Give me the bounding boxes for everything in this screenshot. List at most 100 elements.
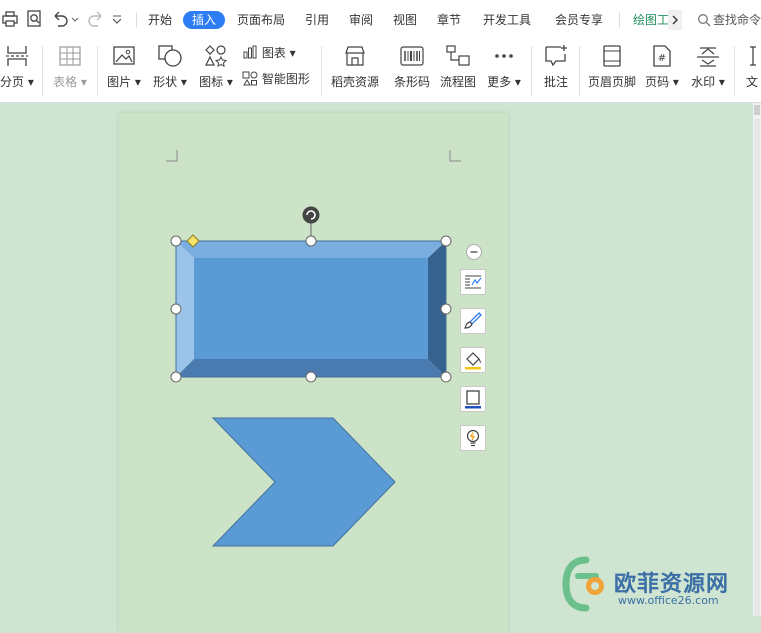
print-icon[interactable] — [0, 8, 22, 30]
margin-corner-mark — [166, 150, 178, 162]
resize-handle-ne[interactable] — [440, 235, 452, 247]
divider — [136, 12, 137, 28]
chart-icon — [243, 45, 257, 59]
tabs-scroll-right-button[interactable] — [668, 10, 682, 30]
divider — [619, 12, 620, 28]
watermark-label: 水印 ▾ — [691, 75, 725, 89]
outline-icon — [465, 390, 481, 409]
search-label: 查找命令 — [713, 13, 761, 27]
tab-developer[interactable]: 开发工具 — [483, 11, 531, 29]
svg-text:#: # — [658, 53, 666, 64]
table-button[interactable]: 表格 ▾ — [50, 40, 90, 102]
picture-icon — [113, 46, 135, 65]
smart-graphic-label: 智能图形 — [261, 72, 310, 86]
shape-icon — [158, 45, 182, 67]
header-footer-button[interactable]: 页眉页脚 — [585, 40, 639, 102]
barcode-label: 条形码 — [393, 75, 430, 89]
more-label: 更多 ▾ — [487, 75, 521, 89]
page-number-icon: # — [653, 45, 671, 67]
resize-handle-nw[interactable] — [170, 235, 182, 247]
tab-drawing-tools[interactable]: 绘图工 — [633, 11, 669, 29]
vertical-scrollbar[interactable] — [753, 103, 761, 616]
comment-icon — [545, 45, 567, 67]
flowchart-label: 流程图 — [439, 75, 476, 89]
minus-icon — [470, 251, 478, 253]
margin-corner-mark — [449, 150, 461, 162]
header-footer-label: 页眉页脚 — [587, 75, 636, 89]
fill-bucket-icon — [465, 352, 481, 370]
flowchart-icon — [446, 45, 470, 66]
tab-insert[interactable]: 插入 — [183, 11, 226, 29]
more-button[interactable]: 更多 ▾ — [484, 40, 524, 102]
bevel-shape[interactable] — [170, 200, 460, 385]
resize-handle-se[interactable] — [440, 371, 452, 383]
customize-dropdown-icon[interactable] — [110, 8, 124, 30]
resize-handle-sw[interactable] — [170, 371, 182, 383]
table-icon — [59, 46, 81, 66]
tab-view[interactable]: 视图 — [393, 11, 417, 29]
resize-handle-s[interactable] — [305, 371, 317, 383]
table-label: 表格 ▾ — [53, 75, 87, 89]
search-command[interactable]: 查找命令 — [697, 11, 761, 29]
docer-resources-button[interactable]: 稻壳资源 — [328, 40, 382, 102]
layout-options-button[interactable] — [460, 269, 486, 295]
tab-member[interactable]: 会员专享 — [555, 11, 603, 29]
barcode-icon — [400, 46, 424, 66]
chevron-fill — [211, 417, 396, 547]
smart-graphic-icon — [242, 71, 258, 86]
watermark-site-url: www.office26.com — [618, 594, 719, 607]
shape-outline-button[interactable] — [460, 386, 486, 412]
comment-button[interactable]: 批注 — [538, 40, 574, 102]
smart-tips-button[interactable] — [460, 425, 486, 451]
text-box-icon — [750, 46, 756, 66]
tab-chapter[interactable]: 章节 — [437, 11, 461, 29]
resize-handle-e[interactable] — [440, 303, 452, 315]
shape-fill-button[interactable] — [460, 347, 486, 373]
search-icon — [698, 14, 711, 27]
rotate-handle-icon[interactable] — [302, 206, 320, 224]
divider — [321, 46, 322, 96]
text-box-label: 文 — [746, 75, 759, 89]
docer-resources-label: 稻壳资源 — [330, 75, 379, 89]
comment-label: 批注 — [543, 75, 568, 89]
chart-label: 图表 — [261, 46, 286, 60]
undo-dropdown-icon[interactable] — [70, 8, 80, 30]
text-box-button[interactable]: 文 — [742, 40, 761, 102]
brush-icon — [464, 312, 482, 329]
shape-button[interactable]: 形状 ▾ — [150, 40, 190, 102]
shape-label: 形状 ▾ — [153, 75, 187, 89]
tab-page-layout[interactable]: 页面布局 — [237, 11, 285, 29]
scroll-thumb[interactable] — [754, 119, 760, 616]
tab-home[interactable]: 开始 — [148, 11, 172, 29]
wrap-text-icon — [465, 275, 482, 289]
tab-references[interactable]: 引用 — [305, 11, 329, 29]
divider — [42, 46, 43, 96]
smart-graphic-button[interactable]: 智能图形 — [242, 70, 310, 88]
page-break-label: 分页 ▾ — [0, 75, 34, 89]
watermark-button[interactable]: 水印 ▾ — [688, 40, 728, 102]
tab-review[interactable]: 审阅 — [349, 11, 373, 29]
picture-button[interactable]: 图片 ▾ — [104, 40, 144, 102]
chart-button[interactable]: 图表 ▾ — [242, 44, 296, 62]
shape-style-button[interactable] — [460, 308, 486, 334]
divider — [579, 46, 580, 96]
redo-icon[interactable] — [84, 8, 106, 30]
scroll-up-arrow[interactable] — [754, 105, 760, 115]
page-break-button[interactable]: 分页 ▾ — [0, 40, 34, 102]
resize-handle-w[interactable] — [170, 303, 182, 315]
resize-handle-n[interactable] — [305, 235, 317, 247]
store-icon — [345, 46, 365, 66]
picture-label: 图片 ▾ — [107, 75, 141, 89]
print-preview-icon[interactable] — [24, 8, 46, 30]
page-number-button[interactable]: # 页码 ▾ — [644, 40, 680, 102]
barcode-button[interactable]: 条形码 — [392, 40, 432, 102]
chevron-shape[interactable] — [205, 410, 405, 555]
site-logo — [562, 556, 604, 612]
insert-ribbon: 分页 ▾ 表格 ▾ 图片 ▾ 形状 ▾ 图标 ▾ 图表 ▾ 智能图形 稻壳资源 … — [0, 40, 761, 103]
page-number-label: 页码 ▾ — [645, 75, 679, 89]
icon-button[interactable]: 图标 ▾ — [196, 40, 236, 102]
collapse-toolbar-button[interactable] — [466, 244, 482, 260]
undo-icon[interactable] — [50, 8, 72, 30]
divider — [734, 46, 735, 96]
flowchart-button[interactable]: 流程图 — [438, 40, 478, 102]
